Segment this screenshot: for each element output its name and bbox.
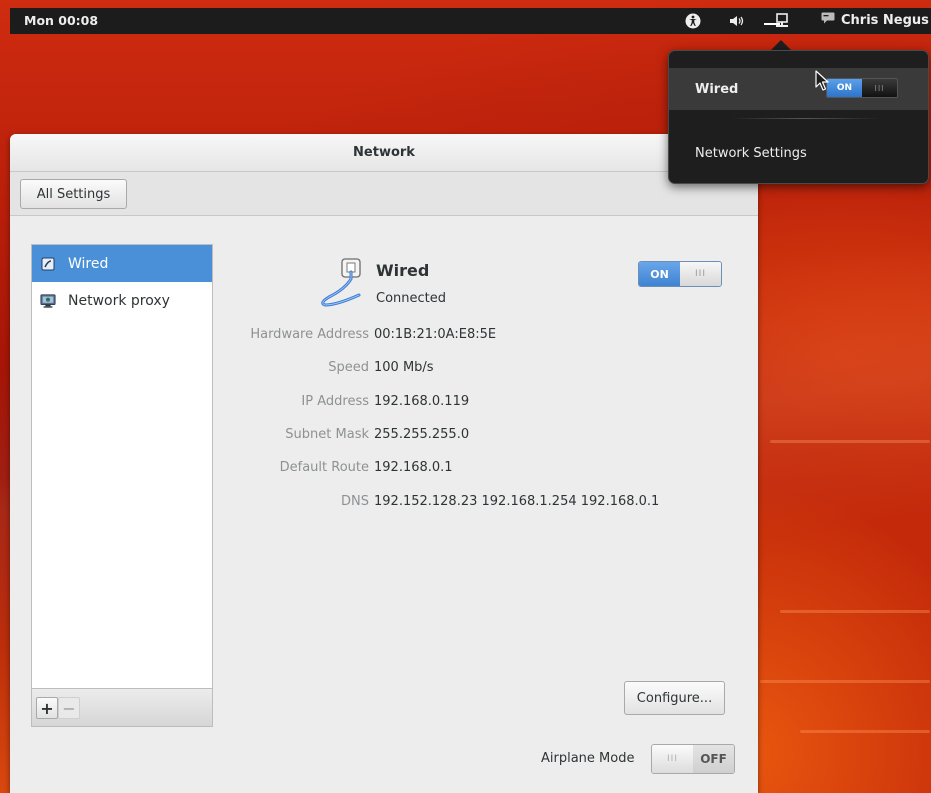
wired-icon [40, 256, 56, 272]
detail-label: IP Address [301, 394, 369, 409]
background-streak [780, 610, 930, 613]
menu-wired-switch[interactable]: ON III [826, 78, 898, 98]
user-name: Chris Negus [841, 12, 929, 28]
detail-row-dns: DNS 192.152.128.23 192.168.1.254 192.168… [10, 494, 758, 512]
remove-connection-button[interactable]: − [58, 697, 80, 719]
airplane-mode-switch[interactable]: III OFF [651, 744, 735, 774]
window-titlebar[interactable]: Network [10, 134, 758, 172]
detail-label: Default Route [279, 460, 369, 475]
network-wired-icon[interactable] [774, 11, 790, 31]
switch-on-label: ON [639, 262, 680, 286]
volume-icon[interactable] [727, 11, 747, 31]
switch-on-label: ON [827, 79, 862, 97]
airplane-mode-label: Airplane Mode [541, 751, 635, 766]
clock[interactable]: Mon 00:08 [24, 13, 98, 28]
detail-label: Speed [328, 360, 369, 375]
network-window: Network All Settings Wired Network proxy… [10, 134, 758, 793]
proxy-icon [40, 293, 56, 309]
menu-item-label: Wired [695, 81, 739, 97]
background-streak [770, 440, 930, 443]
active-indicator [764, 23, 780, 25]
detail-value: 100 Mb/s [374, 360, 434, 375]
menu-item-label: Network Settings [695, 145, 807, 161]
device-name: Wired [376, 261, 430, 280]
sidebar-item-label: Wired [68, 255, 109, 272]
menu-item-network-settings[interactable]: Network Settings [669, 132, 928, 174]
background-streak [800, 730, 930, 733]
detail-label: Subnet Mask [285, 427, 369, 442]
detail-value: 255.255.255.0 [374, 427, 470, 442]
detail-label: Hardware Address [250, 327, 369, 342]
wired-toggle-switch[interactable]: ON III [638, 261, 722, 287]
detail-value: 00:1B:21:0A:E8:5E [374, 327, 497, 342]
switch-knob: III [652, 745, 693, 773]
sidebar-item-network-proxy[interactable]: Network proxy [32, 282, 212, 319]
detail-row-speed: Speed 100 Mb/s [10, 360, 758, 378]
add-connection-button[interactable]: + [36, 697, 58, 719]
switch-knob: III [680, 262, 721, 286]
window-title: Network [353, 145, 415, 160]
background-streak [760, 680, 930, 683]
switch-off-label: OFF [693, 745, 734, 773]
user-chat-icon [821, 12, 835, 28]
detail-row-default-route: Default Route 192.168.0.1 [10, 460, 758, 478]
detail-row-subnet-mask: Subnet Mask 255.255.255.0 [10, 427, 758, 445]
detail-row-ip-address: IP Address 192.168.0.119 [10, 394, 758, 412]
detail-row-hardware-address: Hardware Address 00:1B:21:0A:E8:5E [10, 327, 758, 345]
top-bar: Mon 00:08 Chris Negus [10, 8, 931, 34]
menu-separator [730, 118, 880, 119]
sidebar-item-label: Network proxy [68, 292, 170, 309]
window-toolbar: All Settings [10, 172, 758, 216]
ethernet-cable-icon [315, 257, 375, 313]
all-settings-button[interactable]: All Settings [20, 179, 127, 209]
user-menu[interactable]: Chris Negus [821, 12, 929, 28]
detail-label: DNS [341, 494, 369, 509]
device-status: Connected [376, 291, 447, 306]
list-action-bar: + − [31, 689, 213, 727]
detail-value: 192.168.0.119 [374, 394, 470, 409]
detail-value: 192.152.128.23 192.168.1.254 192.168.0.1 [374, 494, 660, 509]
accessibility-icon[interactable] [684, 11, 702, 31]
configure-button[interactable]: Configure... [624, 681, 725, 715]
sidebar-item-wired[interactable]: Wired [32, 245, 212, 282]
switch-knob: III [862, 79, 897, 97]
detail-value: 192.168.0.1 [374, 460, 453, 475]
mouse-cursor-icon [815, 70, 829, 91]
